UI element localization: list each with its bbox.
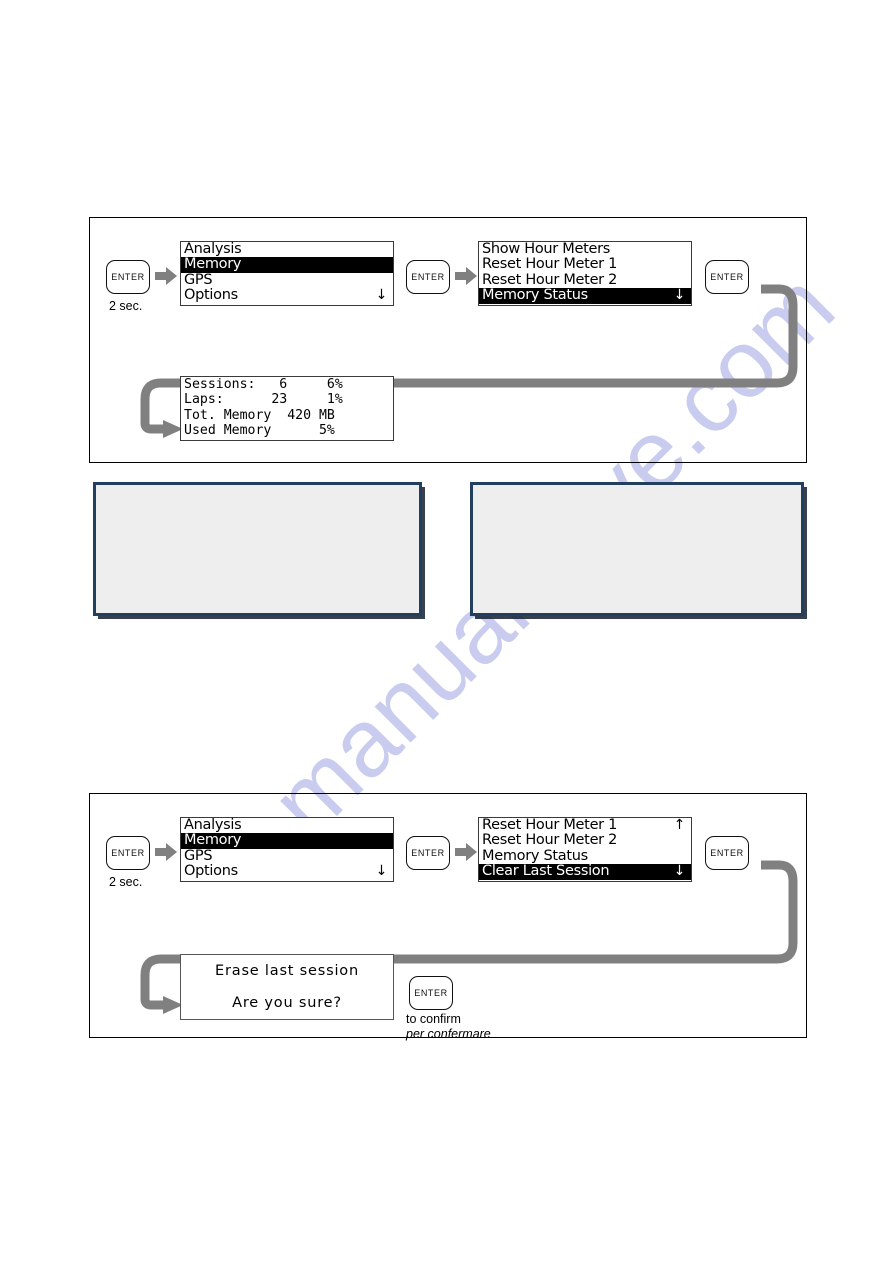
lcd-row-label: Reset Hour Meter 2	[482, 271, 618, 288]
enter-key-label: ENTER	[710, 271, 744, 282]
confirm-caption-italian: per confermare	[406, 1027, 491, 1041]
note-box-left	[93, 482, 422, 616]
lcd-row-label: GPS	[184, 271, 213, 288]
lcd-row-label: Show Hour Meters	[482, 241, 611, 257]
lcd-row[interactable]: Reset Hour Meter 2	[479, 832, 691, 849]
block-arrow-right-icon-bottom-1	[155, 843, 177, 861]
note-box-right	[470, 482, 804, 616]
confirm-caption-english: to confirm	[406, 1012, 461, 1026]
lcd-row[interactable]: Reset Hour Meter 1	[479, 256, 691, 273]
lcd-row-label: Options	[184, 863, 238, 880]
lcd-row-selected[interactable]: Clear Last Session ↓	[479, 863, 691, 880]
lcd-row-arrow-down-icon: ↓	[375, 863, 388, 880]
lcd-row-label: Clear Last Session	[482, 863, 610, 880]
erase-confirm-line-2: Are you sure?	[232, 995, 342, 1011]
lcd-row: Used Memory 5%	[181, 423, 393, 438]
enter-key-top-2[interactable]: ENTER	[406, 260, 450, 294]
lcd-row-arrow-down-icon: ↓	[673, 287, 686, 304]
lcd-row-label: Memory	[184, 256, 242, 273]
memory-status-laps-row: Laps: 23 1%	[184, 392, 343, 408]
enter-key-label: ENTER	[111, 847, 145, 858]
lcd-row: Tot. Memory 420 MB	[181, 408, 393, 423]
enter-key-label: ENTER	[414, 987, 448, 998]
enter-key-bottom-1[interactable]: ENTER	[106, 836, 150, 870]
lcd-row[interactable]: Reset Hour Meter 2	[479, 271, 691, 288]
lcd-row: Laps: 23 1%	[181, 392, 393, 407]
block-arrow-right-icon-top-2	[455, 267, 477, 285]
enter-key-top-3[interactable]: ENTER	[705, 260, 749, 294]
enter-key-label: ENTER	[411, 847, 445, 858]
memory-status-total-memory-row: Tot. Memory 420 MB	[184, 407, 335, 423]
lcd-row-label: Options	[184, 287, 238, 304]
lcd-memory-status-display[interactable]: Sessions: 6 6% Laps: 23 1% Tot. Memory 4…	[180, 376, 394, 441]
lcd-row[interactable]: Show Hour Meters	[479, 242, 691, 257]
lcd-row[interactable]: GPS	[181, 271, 393, 288]
lcd-row: Sessions: 6 6%	[181, 377, 393, 392]
lcd-row-label: Reset Hour Meter 1	[482, 256, 618, 273]
lcd-row-label: Analysis	[184, 817, 242, 833]
erase-confirm-line-1: Erase last session	[215, 963, 359, 979]
enter-key-label: ENTER	[111, 271, 145, 282]
enter-key-top-1-hold-label: 2 sec.	[109, 299, 143, 313]
lcd-row-arrow-down-icon: ↓	[375, 287, 388, 304]
lcd-row-selected[interactable]: Memory Status ↓	[479, 287, 691, 304]
enter-key-label: ENTER	[411, 271, 445, 282]
enter-key-top-1[interactable]: ENTER	[106, 260, 150, 294]
lcd-row-label: Reset Hour Meter 2	[482, 832, 618, 849]
lcd-memory-menu-bottom[interactable]: Reset Hour Meter 1 ↑ Reset Hour Meter 2 …	[478, 817, 692, 882]
lcd-row-label: Memory Status	[482, 847, 588, 864]
enter-key-label: ENTER	[710, 847, 744, 858]
memory-status-sessions-row: Sessions: 6 6%	[184, 377, 343, 392]
confirm-caption: to confirm per confermare	[406, 1012, 491, 1042]
lcd-row[interactable]: Options ↓	[181, 287, 393, 304]
enter-key-bottom-1-hold-label: 2 sec.	[109, 875, 143, 889]
memory-status-used-memory-row: Used Memory 5%	[184, 423, 335, 439]
lcd-row[interactable]: Analysis	[181, 242, 393, 257]
lcd-row[interactable]: Analysis	[181, 818, 393, 833]
lcd-memory-menu-top[interactable]: Show Hour Meters Reset Hour Meter 1 Rese…	[478, 241, 692, 306]
lcd-main-menu-top[interactable]: Analysis Memory GPS Options ↓	[180, 241, 394, 306]
lcd-row[interactable]: GPS	[181, 847, 393, 864]
lcd-row-arrow-down-icon: ↓	[673, 863, 686, 880]
lcd-row-selected[interactable]: Memory	[181, 256, 393, 273]
lcd-row-label: Reset Hour Meter 1	[482, 817, 618, 833]
enter-key-confirm[interactable]: ENTER	[409, 976, 453, 1010]
lcd-row-selected[interactable]: Memory	[181, 832, 393, 849]
lcd-row[interactable]: Reset Hour Meter 1 ↑	[479, 818, 691, 833]
lcd-row-label: Memory	[184, 832, 242, 849]
lcd-row[interactable]: Options ↓	[181, 863, 393, 880]
lcd-row-label: GPS	[184, 847, 213, 864]
lcd-row-arrow-up-icon: ↑	[673, 817, 686, 833]
lcd-main-menu-bottom[interactable]: Analysis Memory GPS Options ↓	[180, 817, 394, 882]
block-arrow-right-icon-top-1	[155, 267, 177, 285]
page-watermark: manualshive.com	[0, 0, 893, 1263]
lcd-erase-confirm-dialog[interactable]: Erase last session Are you sure?	[180, 954, 394, 1020]
enter-key-bottom-3[interactable]: ENTER	[705, 836, 749, 870]
lcd-row-label: Analysis	[184, 241, 242, 257]
enter-key-bottom-2[interactable]: ENTER	[406, 836, 450, 870]
block-arrow-right-icon-bottom-2	[455, 843, 477, 861]
lcd-row[interactable]: Memory Status	[479, 847, 691, 864]
lcd-row-label: Memory Status	[482, 287, 588, 304]
